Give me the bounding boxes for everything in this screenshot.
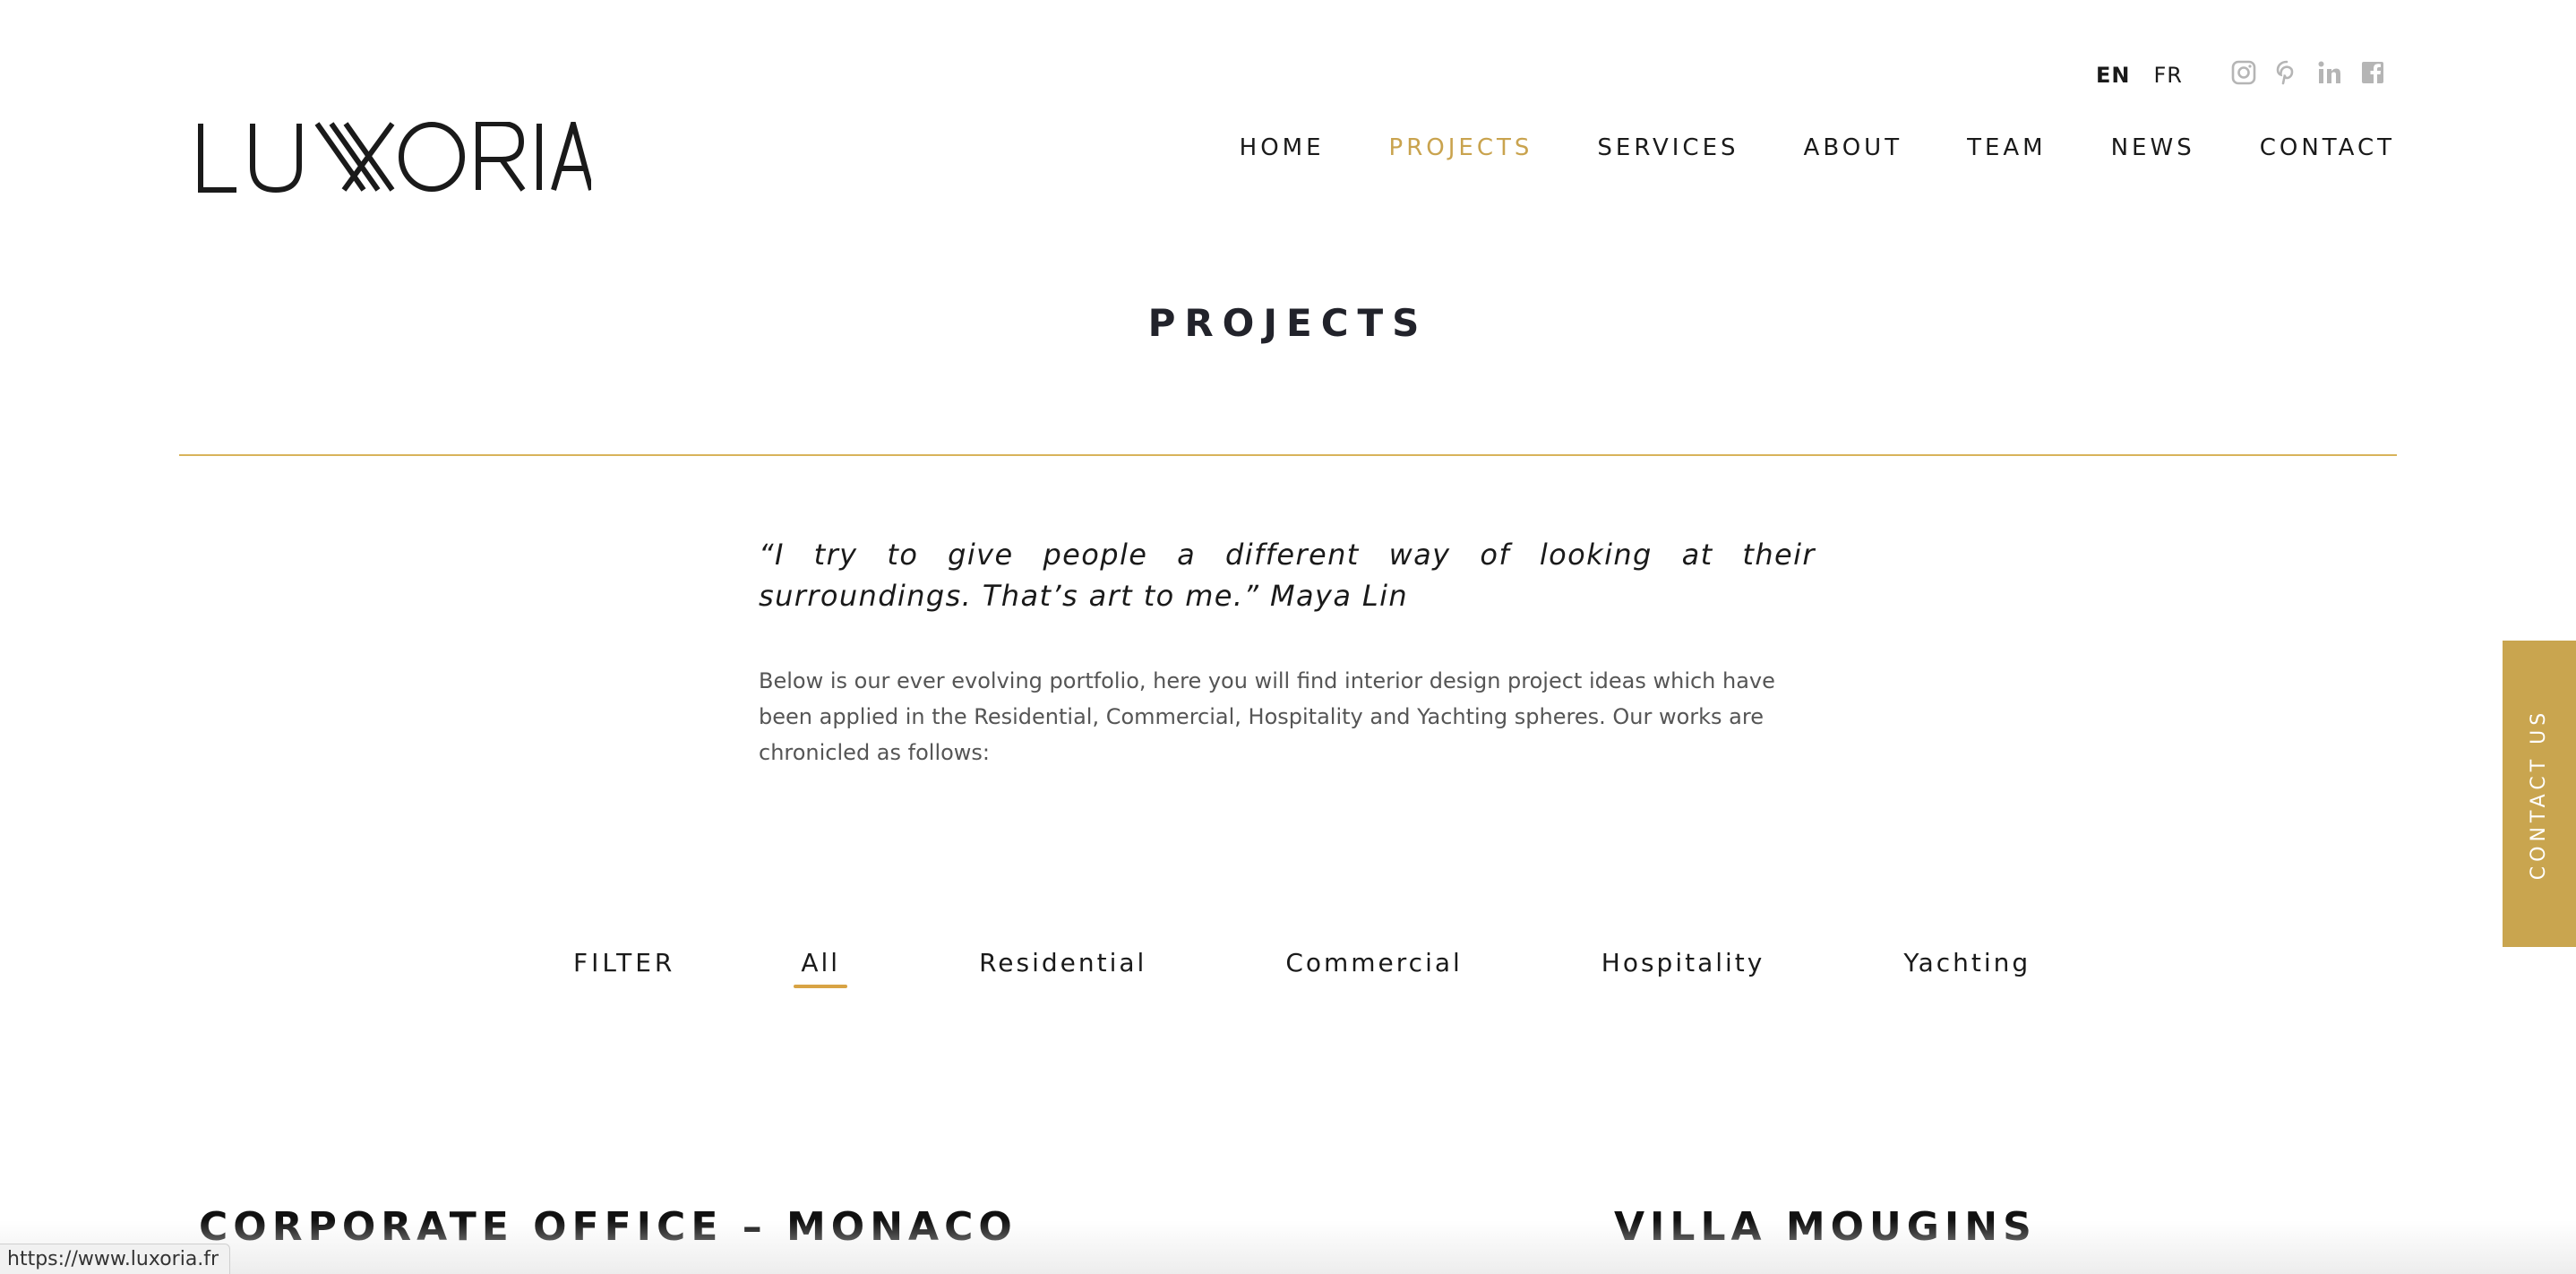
filter-hospitality[interactable]: Hospitality (1601, 948, 1765, 977)
project-title-villa-mougins[interactable]: VILLA MOUGINS (1614, 1204, 2037, 1250)
filter-label: FILTER (573, 948, 676, 977)
main-nav: HOME PROJECTS SERVICES ABOUT TEAM NEWS C… (1240, 134, 2395, 161)
project-title-corporate-office-monaco[interactable]: CORPORATE OFFICE – MONACO (199, 1204, 1018, 1250)
lang-en[interactable]: EN (2096, 63, 2130, 88)
contact-us-tab[interactable]: CONTACT US (2503, 641, 2576, 947)
social-links (2230, 59, 2386, 86)
logo-graphic (198, 122, 591, 194)
instagram-icon[interactable] (2230, 59, 2257, 86)
filter-all[interactable]: All (794, 948, 847, 988)
nav-home[interactable]: HOME (1240, 134, 1325, 161)
contact-us-tab-label: CONTACT US (2528, 708, 2551, 880)
filter-yachting[interactable]: Yachting (1903, 948, 2031, 977)
nav-contact[interactable]: CONTACT (2260, 134, 2395, 161)
filter-commercial[interactable]: Commercial (1285, 948, 1462, 977)
divider (179, 454, 2397, 456)
lang-fr[interactable]: FR (2153, 63, 2182, 88)
language-switcher: EN FR (2096, 63, 2183, 88)
nav-team[interactable]: TEAM (1967, 134, 2047, 161)
pinterest-icon[interactable] (2273, 59, 2300, 86)
status-bar-url: https://www.luxoria.fr (0, 1244, 231, 1274)
filter-residential[interactable]: Residential (979, 948, 1146, 977)
facebook-icon[interactable] (2359, 59, 2386, 86)
project-filter: FILTER All Residential Commercial Hospit… (573, 948, 2031, 988)
linkedin-icon[interactable] (2316, 59, 2343, 86)
page: EN FR HOME PROJECTS SERVICES ABOUT TEAM … (0, 0, 2576, 1274)
nav-about[interactable]: ABOUT (1804, 134, 1903, 161)
quote: “I try to give people a different way of… (759, 538, 1816, 613)
page-title: PROJECTS (1147, 301, 1429, 345)
nav-services[interactable]: SERVICES (1597, 134, 1739, 161)
nav-projects[interactable]: PROJECTS (1389, 134, 1533, 161)
nav-news[interactable]: NEWS (2111, 134, 2195, 161)
intro-text: Below is our ever evolving portfolio, he… (759, 668, 1775, 765)
luxoria-logo[interactable] (197, 122, 591, 194)
